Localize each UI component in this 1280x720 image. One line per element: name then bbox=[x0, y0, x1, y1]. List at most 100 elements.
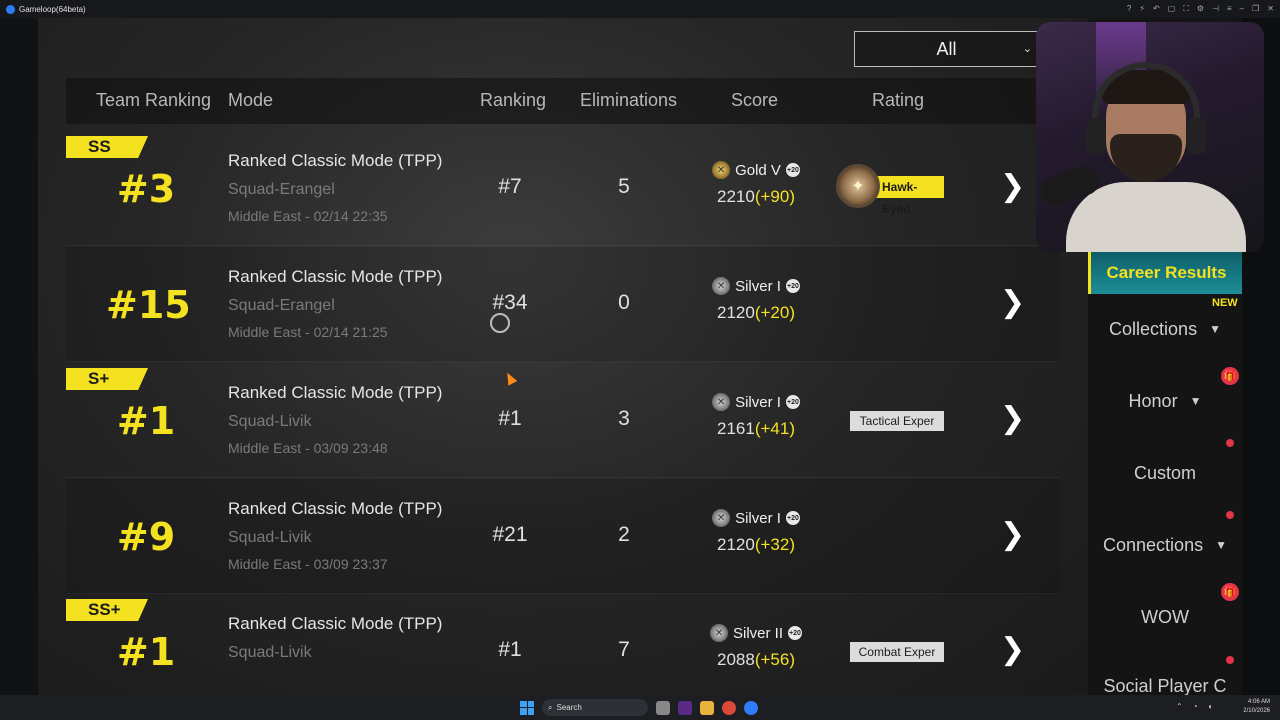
match-date: Middle East - 02/14 21:25 bbox=[228, 324, 388, 340]
windows-start-icon[interactable] bbox=[520, 700, 534, 715]
chrome-icon[interactable] bbox=[722, 700, 736, 715]
mode-map: Squad-Livik bbox=[228, 644, 312, 661]
match-ranking: #34 bbox=[492, 291, 528, 314]
game-left-margin bbox=[0, 18, 38, 695]
chevron-up-icon[interactable]: ⌃ bbox=[1176, 702, 1183, 711]
tier-emblem-icon: ✕ bbox=[712, 277, 731, 295]
tier-plus-badge: +20 bbox=[785, 395, 800, 409]
triangle-down-icon: ▼ bbox=[1215, 538, 1227, 552]
task-view-icon[interactable] bbox=[656, 700, 670, 715]
mode-filter-dropdown[interactable]: All ⌄ bbox=[854, 31, 1039, 67]
sidebar-item-career-results[interactable]: Career Results bbox=[1088, 252, 1242, 294]
sidebar-active-label: Career Results bbox=[1106, 263, 1227, 282]
boost-icon[interactable]: ⚡ bbox=[1139, 4, 1145, 14]
tier-emblem-icon: ✕ bbox=[712, 509, 731, 527]
settings-icon[interactable]: ⚙ bbox=[1197, 4, 1204, 14]
chevron-right-icon[interactable]: ❯ bbox=[1000, 169, 1025, 204]
score-value: 2210 bbox=[717, 187, 755, 206]
mode-title: Ranked Classic Mode (TPP) bbox=[228, 151, 443, 170]
system-tray: ⌃ ◔ ◖ bbox=[1176, 702, 1212, 711]
crosshair-icon bbox=[490, 313, 510, 333]
window-title: Gameloop(64beta) bbox=[19, 4, 86, 14]
score-display: 2161(+41) bbox=[706, 419, 806, 439]
file-explorer-icon[interactable] bbox=[700, 700, 714, 715]
score-delta: (+41) bbox=[754, 419, 795, 438]
back-icon[interactable]: ↶ bbox=[1153, 4, 1160, 14]
score-value: 2120 bbox=[717, 535, 755, 554]
score-value: 2088 bbox=[717, 650, 755, 669]
mode-title: Ranked Classic Mode (TPP) bbox=[228, 614, 443, 633]
match-date: Middle East - 03/09 23:37 bbox=[228, 556, 388, 572]
tier-plus-badge: +20 bbox=[785, 163, 800, 177]
medal-icon: ✦ bbox=[836, 164, 880, 208]
sidebar-item-wow[interactable]: WOW bbox=[1088, 582, 1242, 652]
tier-emblem-icon: ✕ bbox=[709, 624, 728, 642]
sidebar-item-custom[interactable]: Custom bbox=[1088, 438, 1242, 508]
col-rating: Rating bbox=[872, 90, 925, 110]
fullscreen-icon[interactable]: ⛶ bbox=[1183, 4, 1189, 14]
chevron-right-icon[interactable]: ❯ bbox=[1000, 632, 1025, 667]
close-icon[interactable]: ✕ bbox=[1267, 4, 1274, 14]
sidebar-item-honor[interactable]: Honor ▼ bbox=[1088, 366, 1242, 436]
gift-icon: 🎁 bbox=[1221, 583, 1239, 601]
sidebar-item-label: Social Player C bbox=[1103, 676, 1227, 695]
mode-map: Squad-Livik bbox=[228, 413, 312, 430]
grade-badge: SS+ bbox=[66, 599, 148, 621]
premiere-icon[interactable] bbox=[678, 700, 692, 715]
notification-dot bbox=[1226, 656, 1234, 664]
sidebar-item-label: Honor bbox=[1128, 390, 1178, 411]
taskbar-search[interactable]: ⌕ Search bbox=[542, 699, 648, 716]
clock-date: 2/10/2026 bbox=[1243, 708, 1270, 714]
chevron-right-icon[interactable]: ❯ bbox=[1000, 517, 1025, 552]
chevron-right-icon[interactable]: ❯ bbox=[1000, 401, 1025, 436]
restore-icon[interactable]: ❐ bbox=[1252, 4, 1259, 14]
tier-display: ✕ Silver I +20 bbox=[706, 277, 806, 295]
match-row[interactable]: S+ #1 Ranked Classic Mode (TPP) Squad-Livik… bbox=[66, 363, 1060, 478]
match-date: Middle East - 03/09 23:48 bbox=[228, 440, 388, 456]
match-row[interactable]: #9 Ranked Classic Mode (TPP) Squad-Livik Mi… bbox=[66, 479, 1060, 594]
mode-title: Ranked Classic Mode (TPP) bbox=[228, 383, 443, 402]
match-row[interactable]: SS+ #1 Ranked Classic Mode (TPP) Squad-Livi… bbox=[66, 594, 1060, 709]
tier-name: Silver I bbox=[735, 393, 781, 411]
gameloop-taskbar-icon[interactable] bbox=[744, 700, 758, 715]
taskbar-clock[interactable]: 4:06 AM 2/10/2026 bbox=[1243, 698, 1270, 716]
tier-emblem-icon: ✕ bbox=[712, 393, 731, 411]
match-ranking: #7 bbox=[498, 175, 522, 198]
sidebar-item-connections[interactable]: Connections ▼ bbox=[1088, 510, 1242, 580]
eliminations-count: 5 bbox=[618, 175, 630, 198]
score-delta: (+90) bbox=[754, 187, 795, 206]
score-display: 2120(+20) bbox=[706, 303, 806, 323]
score-delta: (+32) bbox=[754, 535, 795, 554]
rating-badge: Tactical Exper bbox=[850, 411, 944, 431]
volume-icon[interactable]: ◖ bbox=[1208, 702, 1213, 711]
eliminations-count: 0 bbox=[618, 291, 630, 314]
col-score: Score bbox=[731, 90, 779, 110]
chevron-right-icon[interactable]: ❯ bbox=[1000, 285, 1025, 320]
match-ranking: #21 bbox=[492, 523, 528, 546]
match-row[interactable]: SS #3 Ranked Classic Mode (TPP) Squad-Erang… bbox=[66, 131, 1060, 246]
mode-map: Squad-Livik bbox=[228, 529, 312, 546]
match-date: Middle East - 02/14 22:35 bbox=[228, 208, 388, 224]
tier-display: ✕ Silver I +20 bbox=[706, 393, 806, 411]
taskbar-apps: ⌕ Search bbox=[520, 699, 758, 716]
sidebar-item-social-player-c[interactable]: Social Player C bbox=[1088, 654, 1242, 695]
clock-time: 4:06 AM bbox=[1247, 699, 1270, 705]
minimize-icon[interactable]: – bbox=[1240, 4, 1244, 14]
match-row[interactable]: #15 Ranked Classic Mode (TPP) Squad-Erange… bbox=[66, 247, 1060, 362]
col-team-ranking: Team Ranking bbox=[96, 90, 212, 110]
pin-icon[interactable]: ⊣ bbox=[1212, 4, 1219, 14]
sidebar-item-collections[interactable]: Collections ▼ bbox=[1088, 294, 1242, 364]
wifi-icon[interactable]: ◔ bbox=[1193, 702, 1198, 711]
menu-icon[interactable]: ≡ bbox=[1227, 4, 1232, 14]
tier-name: Gold V bbox=[735, 161, 781, 179]
tier-plus-badge: +20 bbox=[788, 626, 802, 640]
help-icon[interactable]: ? bbox=[1127, 4, 1131, 14]
webcam-overlay bbox=[1036, 22, 1264, 252]
sidebar-item-label: WOW bbox=[1141, 606, 1189, 627]
score-delta: (+20) bbox=[754, 303, 795, 322]
tier-display: ✕ Silver I +20 bbox=[706, 509, 806, 527]
screenshot-icon[interactable]: ▢ bbox=[1168, 4, 1176, 14]
tier-display: ✕ Gold V +20 bbox=[706, 161, 806, 179]
tier-name: Silver I bbox=[735, 509, 781, 527]
team-rank: #1 bbox=[116, 399, 176, 443]
